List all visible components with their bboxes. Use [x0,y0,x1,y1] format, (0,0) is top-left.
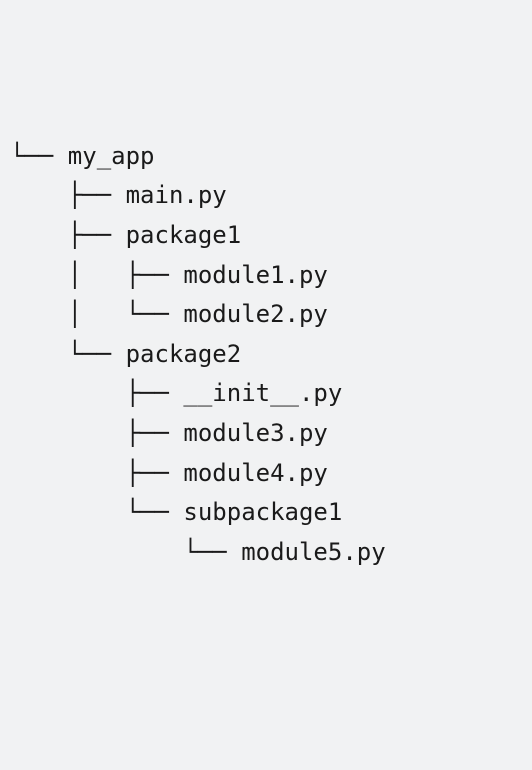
tree-line: └── subpackage1 [10,493,522,533]
tree-line: └── my_app [10,137,522,177]
tree-line: └── module5.py [10,533,522,573]
tree-line: ├── main.py [10,176,522,216]
tree-line: └── package2 [10,335,522,375]
tree-line: ├── package1 [10,216,522,256]
tree-line: │ ├── module1.py [10,256,522,296]
file-tree: └── my_app ├── main.py ├── package1 │ ├─… [10,137,522,573]
tree-line: ├── __init__.py [10,374,522,414]
tree-line: ├── module4.py [10,454,522,494]
tree-line: │ └── module2.py [10,295,522,335]
tree-line: ├── module3.py [10,414,522,454]
